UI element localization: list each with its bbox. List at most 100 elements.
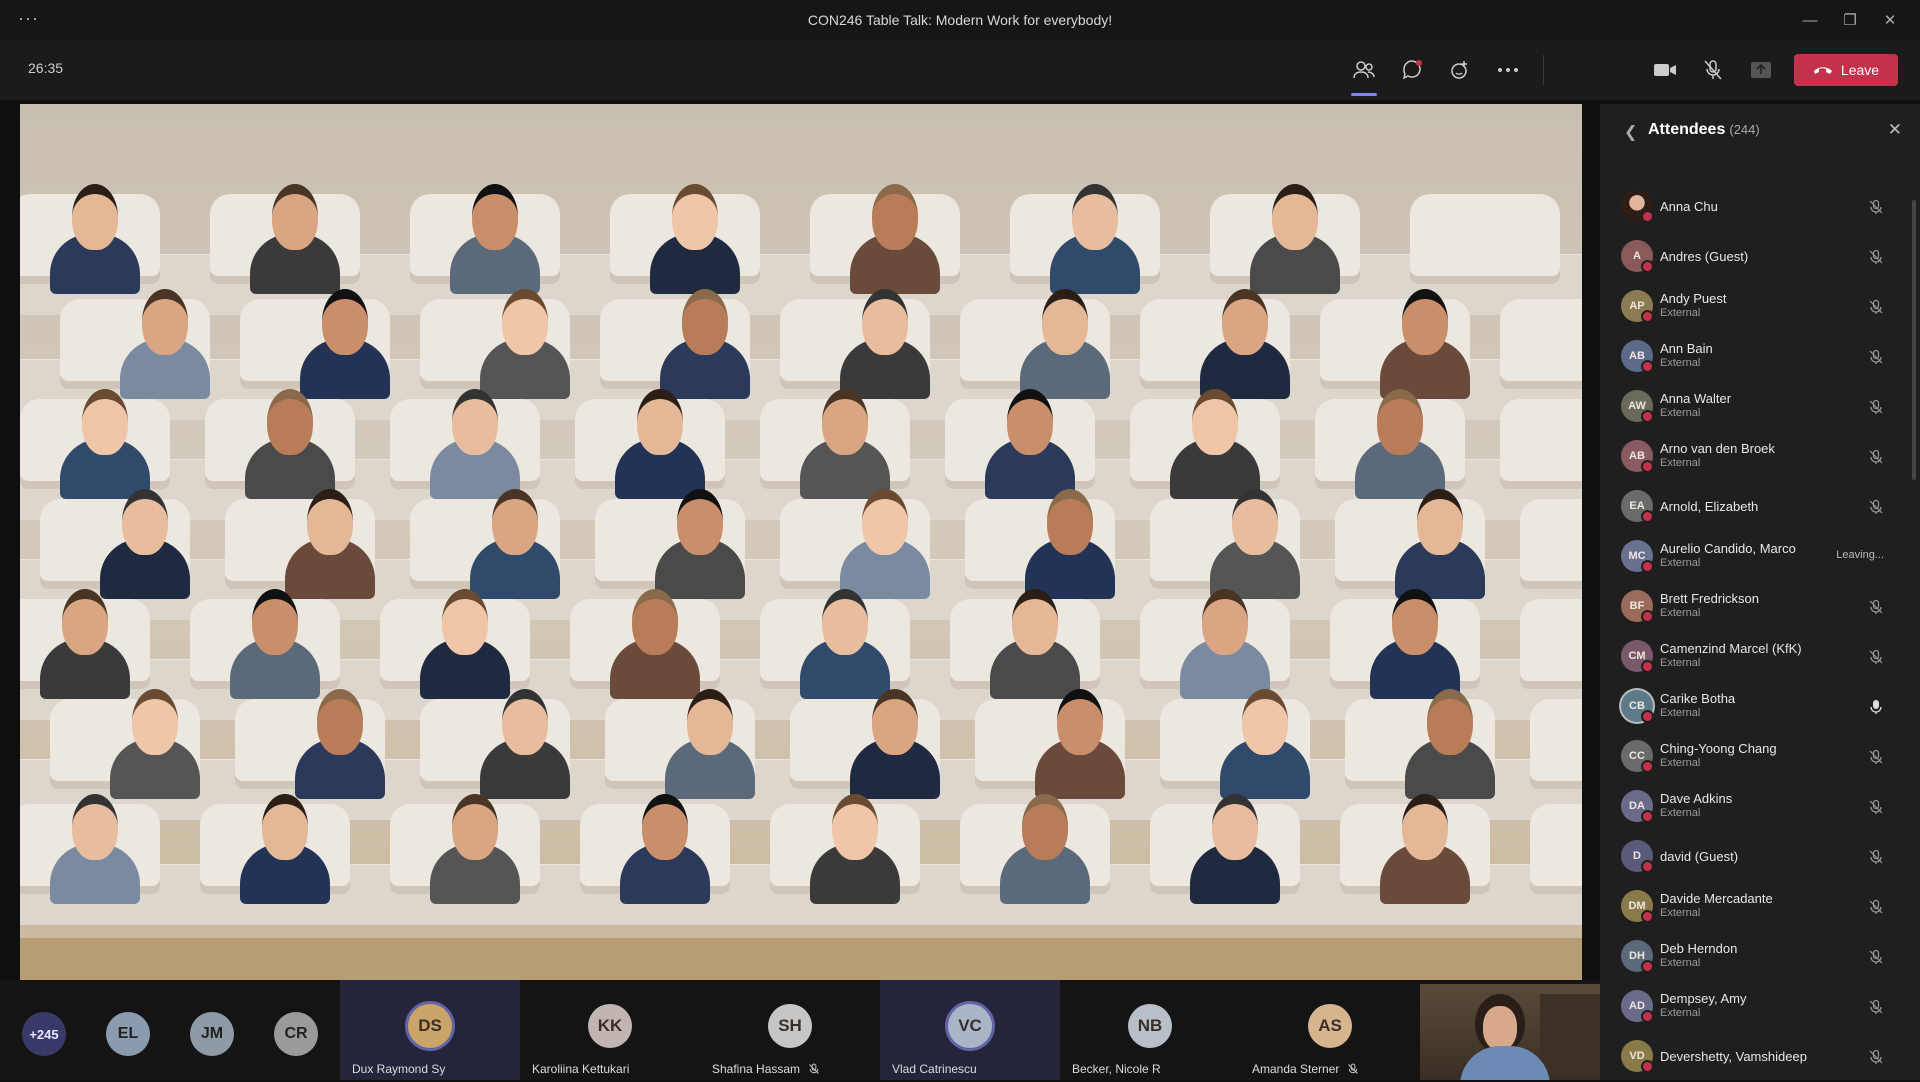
mic-off-icon[interactable] [1868, 899, 1884, 915]
leave-label: Leave [1840, 62, 1880, 78]
scrollbar[interactable] [1912, 200, 1916, 480]
attendee-row[interactable]: Anna Chu [1600, 182, 1920, 232]
avatar: DA [1621, 790, 1654, 823]
attendee-row[interactable]: AB Arno van den Broek External [1600, 432, 1920, 482]
participant-tile[interactable]: VC Vlad Catrinescu [880, 980, 1060, 1080]
attendee-row[interactable]: VD Devershetty, Vamshideep [1600, 1032, 1920, 1082]
mic-off-icon[interactable] [1868, 649, 1884, 665]
mic-off-icon[interactable] [1868, 299, 1884, 315]
attendee-subtitle: External [1660, 407, 1701, 419]
mic-off-icon[interactable] [1868, 999, 1884, 1015]
mic-off-icon[interactable] [1868, 1049, 1884, 1065]
attendee-video [1050, 184, 1140, 294]
participant-tile[interactable]: AS Amanda Sterner [1240, 980, 1420, 1080]
attendee-row[interactable]: CB Carike Botha External [1600, 682, 1920, 732]
attendee-head [872, 689, 918, 755]
attendee-row[interactable]: AB Ann Bain External [1600, 332, 1920, 382]
mic-icon[interactable] [1868, 699, 1884, 715]
share-button[interactable] [1742, 50, 1780, 90]
mic-off-icon[interactable] [1868, 349, 1884, 365]
participant-chip[interactable]: EL [106, 1012, 150, 1056]
participant-name: Becker, Nicole R [1072, 1062, 1161, 1076]
participant-tile[interactable]: KK Karoliina Kettukari [520, 980, 700, 1080]
attendee-row[interactable]: A Andres (Guest) [1600, 232, 1920, 282]
more-actions-button[interactable] [1489, 50, 1527, 90]
chevron-left-icon[interactable]: ❮ [1624, 122, 1637, 142]
mic-off-icon[interactable] [1868, 799, 1884, 815]
mic-off-icon[interactable] [1868, 599, 1884, 615]
mic-off-icon[interactable] [1868, 449, 1884, 465]
attendee-row[interactable]: BF Brett Fredrickson External [1600, 582, 1920, 632]
minimize-button[interactable]: — [1790, 0, 1830, 40]
avatar: MC [1621, 540, 1654, 573]
attendee-row[interactable]: AD Dempsey, Amy External [1600, 982, 1920, 1032]
attendee-video [620, 794, 710, 904]
attendee-subtitle: External [1660, 307, 1701, 319]
overflow-count-button[interactable]: +245 [22, 1012, 66, 1056]
avatar-initials: AP [1629, 300, 1645, 312]
avatar: DM [1621, 890, 1654, 923]
attendee-name: Devershetty, Vamshideep [1660, 1049, 1807, 1064]
attendee-head [1042, 289, 1088, 355]
participant-chip[interactable]: CR [274, 1012, 318, 1056]
attendee-name: Dave Adkins [1660, 791, 1733, 806]
avatar-initials: A [1633, 250, 1641, 262]
leave-button[interactable]: Leave [1794, 54, 1898, 86]
participant-tile[interactable]: DS Dux Raymond Sy [340, 980, 520, 1080]
participant-tile[interactable]: NB Becker, Nicole R [1060, 980, 1240, 1080]
close-window-button[interactable]: ✕ [1870, 0, 1910, 40]
mic-off-icon[interactable] [1868, 849, 1884, 865]
mute-button[interactable] [1694, 50, 1732, 90]
more-icon [1498, 68, 1518, 72]
attendee-row[interactable]: DH Deb Herndon External [1600, 932, 1920, 982]
mic-off-icon[interactable] [1868, 499, 1884, 515]
restore-button[interactable]: ❐ [1830, 0, 1870, 40]
mic-off-icon[interactable] [1868, 949, 1884, 965]
participant-tile[interactable]: SH Shafina Hassam [700, 980, 880, 1080]
attendee-row[interactable]: AP Andy Puest External [1600, 282, 1920, 332]
seat [1500, 299, 1582, 389]
more-options-icon[interactable]: ··· [18, 8, 39, 29]
participant-name: Shafina Hassam [712, 1062, 801, 1076]
attendee-row[interactable]: Ddavid (Guest) [1600, 832, 1920, 882]
attendee-video [1000, 794, 1090, 904]
hang-up-icon [1813, 67, 1832, 74]
attendee-list: Anna Chu A Andres (Guest) AP Andy Puest Exter… [1600, 182, 1920, 1082]
attendee-head [122, 489, 168, 555]
attendee-row[interactable]: CM Camenzind Marcel (KfK) External [1600, 632, 1920, 682]
attendee-head [677, 489, 723, 555]
attendee-row[interactable]: CC Ching-Yoong Chang External [1600, 732, 1920, 782]
attendee-name: Camenzind Marcel (KfK) [1660, 641, 1802, 656]
attendee-video [230, 589, 320, 699]
attendee-video [430, 794, 520, 904]
camera-button[interactable] [1646, 50, 1684, 90]
attendee-subtitle: External [1660, 557, 1701, 569]
reactions-button[interactable] [1441, 50, 1479, 90]
attendee-head [472, 184, 518, 250]
attendee-row[interactable]: DM Davide Mercadante External [1600, 882, 1920, 932]
mic-off-icon[interactable] [1868, 749, 1884, 765]
chat-button[interactable] [1393, 50, 1431, 90]
participant-chip[interactable]: JM [190, 1012, 234, 1056]
attendee-row[interactable]: AW Anna Walter External [1600, 382, 1920, 432]
attendee-head [1192, 389, 1238, 455]
attendee-video [450, 184, 540, 294]
attendee-video [655, 489, 745, 599]
attendee-head [1012, 589, 1058, 655]
attendee-row[interactable]: MC Aurelio Candido, Marco External Leaving.… [1600, 532, 1920, 582]
mic-off-icon[interactable] [1868, 399, 1884, 415]
mic-off-icon[interactable] [1868, 249, 1884, 265]
avatar: AP [1621, 290, 1654, 323]
mic-off-icon[interactable] [1868, 199, 1884, 215]
attendee-row[interactable]: DA Dave Adkins External [1600, 782, 1920, 832]
presence-dot [1641, 760, 1654, 773]
attendee-row[interactable]: EA Arnold, Elizabeth [1600, 482, 1920, 532]
avatar-initials: D [1633, 850, 1641, 862]
seat [1500, 399, 1582, 489]
close-icon[interactable]: ✕ [1888, 120, 1902, 140]
attendee-head [832, 794, 878, 860]
avatar: AW [1621, 390, 1654, 423]
participants-button[interactable] [1345, 50, 1383, 96]
attendee-name: Brett Fredrickson [1660, 591, 1759, 606]
attendee-head [272, 184, 318, 250]
